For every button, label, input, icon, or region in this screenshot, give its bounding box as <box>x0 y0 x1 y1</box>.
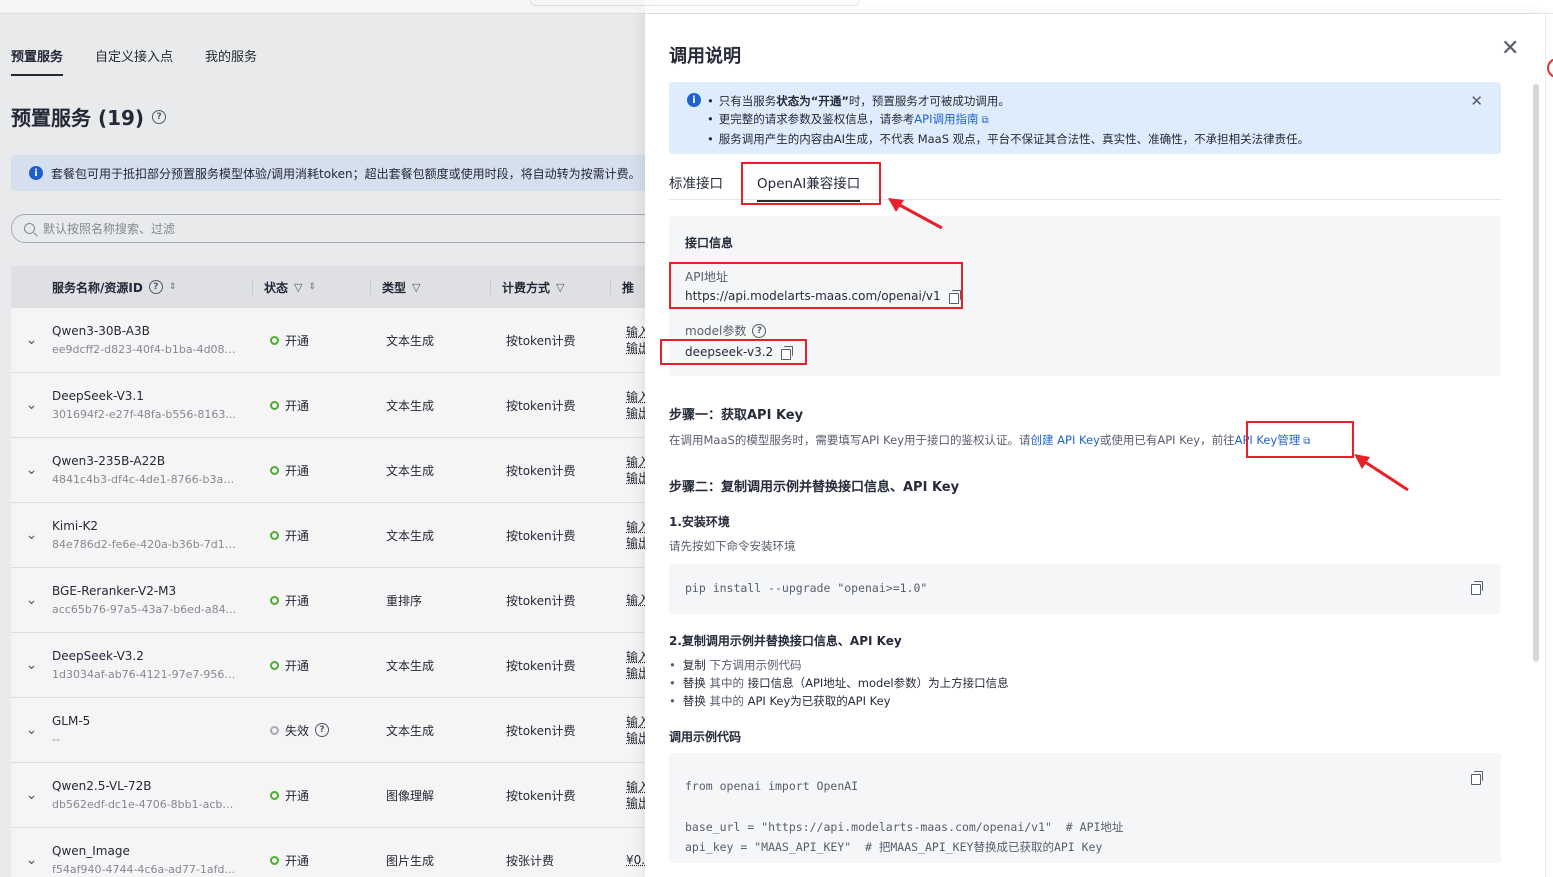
interface-tabs: 标准接口 OpenAI兼容接口 <box>669 164 1501 202</box>
install-command: pip install --upgrade "openai>=1.0" <box>685 581 928 595</box>
avatar <box>1547 58 1553 78</box>
copy-icon[interactable] <box>948 289 961 304</box>
usage-drawer: 调用说明 ✕ i 只有当服务状态为“开通”时，预置服务才可被成功调用。 更完整的… <box>645 14 1545 877</box>
code-line: base_url = "https://api.modelarts-maas.c… <box>685 820 1124 834</box>
card-title: 接口信息 <box>685 236 734 250</box>
replace-instructions: 复制 下方调用示例代码 替换 其中的 接口信息（API地址、model参数）为上… <box>669 656 1009 710</box>
notice-close-icon[interactable]: ✕ <box>1470 92 1483 110</box>
notice-line-1: 只有当服务状态为“开通”时，预置服务才可被成功调用。 <box>707 92 1501 110</box>
sample-code-block: from openai import OpenAI base_url = "ht… <box>669 753 1501 863</box>
api-key-management-link[interactable]: API Key管理 <box>1235 433 1301 447</box>
close-icon[interactable]: ✕ <box>1501 38 1519 60</box>
notice-line-2: 更完整的请求参数及鉴权信息，请参考API调用指南⧉ <box>707 110 1501 130</box>
copy-icon[interactable] <box>1471 581 1483 595</box>
api-address-text: https://api.modelarts-maas.com/openai/v1 <box>685 289 941 303</box>
api-address-label: API地址 <box>685 270 728 284</box>
help-icon[interactable]: ? <box>752 323 767 338</box>
list-item: 复制 下方调用示例代码 <box>669 656 1009 674</box>
model-param-value: deepseek-v3.2 <box>685 345 794 360</box>
model-param-label: model参数 ? <box>685 322 767 339</box>
install-env-text: 请先按如下命令安装环境 <box>669 539 796 553</box>
install-code-block: pip install --upgrade "openai>=1.0" <box>669 564 1501 614</box>
interface-info-card: 接口信息 API地址 https://api.modelarts-maas.co… <box>669 216 1501 376</box>
right-edge-panel <box>1545 14 1553 877</box>
step2-title: 步骤二：复制调用示例并替换接口信息、API Key <box>669 480 960 495</box>
scrollbar[interactable] <box>1533 84 1539 662</box>
model-param-text: deepseek-v3.2 <box>685 345 774 359</box>
list-item: 替换 其中的 接口信息（API地址、model参数）为上方接口信息 <box>669 674 1009 692</box>
list-item: 替换 其中的 API Key为已获取的API Key <box>669 692 1009 710</box>
model-param-label-text: model参数 <box>685 324 747 338</box>
create-api-key-link[interactable]: 创建 API Key <box>1031 433 1100 447</box>
step1-title: 步骤一：获取API Key <box>669 408 804 423</box>
api-guide-link[interactable]: API调用指南 <box>914 112 978 126</box>
drawer-title: 调用说明 <box>669 46 741 67</box>
sample-code-title: 调用示例代码 <box>669 730 742 744</box>
notice-banner: i 只有当服务状态为“开通”时，预置服务才可被成功调用。 更完整的请求参数及鉴权… <box>669 82 1501 154</box>
overlay-shade <box>0 0 645 877</box>
install-env-title: 1.安装环境 <box>669 515 730 529</box>
step1-text: 在调用MaaS的模型服务时，需要填写API Key用于接口的鉴权认证。请创建 A… <box>669 433 1311 447</box>
copy-sample-title: 2.复制调用示例并替换接口信息、API Key <box>669 634 902 648</box>
code-line: api_key = "MAAS_API_KEY" # 把MAAS_API_KEY… <box>685 840 1103 854</box>
copy-icon[interactable] <box>1471 771 1483 785</box>
notice-line-3: 服务调用产生的内容由AI生成，不代表 MaaS 观点，平台不保证其合法性、真实性… <box>707 130 1501 148</box>
info-icon: i <box>687 93 701 107</box>
external-link-icon: ⧉ <box>1303 436 1311 447</box>
tab-standard-interface[interactable]: 标准接口 <box>669 172 723 192</box>
api-address-value: https://api.modelarts-maas.com/openai/v1 <box>685 289 961 304</box>
code-line: from openai import OpenAI <box>685 779 859 793</box>
external-link-icon: ⧉ <box>981 115 989 126</box>
tab-openai-compatible[interactable]: OpenAI兼容接口 <box>757 172 861 202</box>
copy-icon[interactable] <box>781 345 794 360</box>
